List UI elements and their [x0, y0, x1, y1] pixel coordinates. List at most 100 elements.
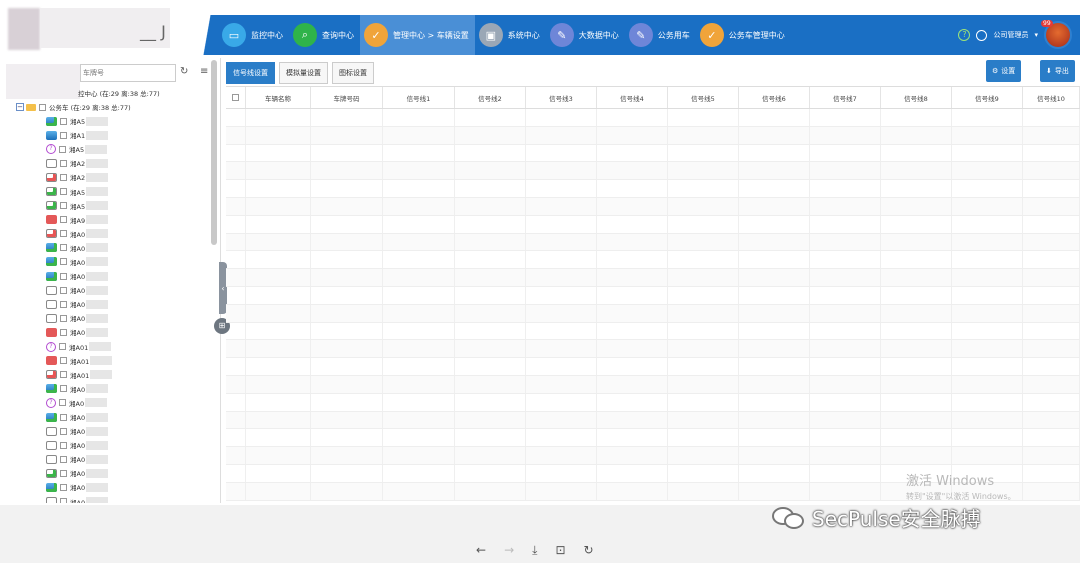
nav-item-2[interactable]: ✓ 管理中心 > 车辆设置 — [360, 15, 475, 55]
vehicle-tree-item[interactable]: 湘A01 — [16, 368, 216, 382]
tab-icon-settings[interactable]: 图标设置 — [332, 62, 374, 84]
vehicle-tree-item[interactable]: 湘A0 — [16, 495, 216, 503]
nav-item-3[interactable]: ▣ 系统中心 — [475, 15, 546, 55]
select-all-checkbox[interactable] — [226, 87, 246, 108]
forward-arrow-icon[interactable]: → — [504, 543, 514, 558]
column-header[interactable]: 信号线9 — [952, 87, 1023, 108]
vehicle-checkbox[interactable] — [60, 483, 67, 491]
column-header[interactable]: 信号线10 — [1023, 87, 1080, 108]
vehicle-checkbox[interactable] — [60, 455, 67, 463]
vehicle-tree-item[interactable]: 湘A0 — [16, 424, 216, 438]
vehicle-tree-item[interactable]: 湘A9 — [16, 213, 216, 227]
vehicle-tree-item[interactable]: 湘A5 — [16, 184, 216, 198]
vehicle-checkbox[interactable] — [60, 244, 67, 252]
vehicle-checkbox[interactable] — [60, 498, 67, 503]
chevron-down-icon[interactable]: ▾ — [1034, 31, 1038, 39]
sidebar-scrollbar[interactable] — [211, 60, 217, 245]
vehicle-checkbox[interactable] — [60, 272, 67, 280]
vehicle-checkbox[interactable] — [60, 357, 67, 365]
tree-group-node[interactable]: − 公务车 (在:29 离:38 总:77) — [16, 100, 216, 114]
nav-item-5[interactable]: ✎ 公务用车 — [625, 15, 696, 55]
vehicle-tree-item[interactable]: 湘A2 — [16, 156, 216, 170]
vehicle-icon — [46, 356, 57, 366]
refresh-icon[interactable]: ↻ — [180, 66, 188, 77]
vehicle-checkbox[interactable] — [60, 413, 67, 421]
vehicle-tree-item[interactable]: 湘A0 — [16, 466, 216, 480]
vehicle-checkbox[interactable] — [60, 202, 67, 210]
vehicle-checkbox[interactable] — [60, 300, 67, 308]
back-arrow-icon[interactable]: ← — [476, 543, 486, 558]
vehicle-checkbox[interactable] — [60, 173, 67, 181]
column-header[interactable]: 车辆名称 — [246, 87, 311, 108]
rotate-icon[interactable]: ↻ — [584, 543, 594, 558]
vehicle-tree-item[interactable]: ? 湘A5 — [16, 142, 216, 156]
tab-signal-line[interactable]: 信号线设置 — [226, 62, 275, 84]
vehicle-tree-item[interactable]: 湘A0 — [16, 438, 216, 452]
vehicle-tree-item[interactable]: 湘A01 — [16, 354, 216, 368]
column-header[interactable]: 信号线7 — [810, 87, 881, 108]
vehicle-checkbox[interactable] — [60, 159, 67, 167]
column-header[interactable]: 信号线8 — [881, 87, 952, 108]
tab-analog[interactable]: 模拟量设置 — [279, 62, 328, 84]
vehicle-checkbox[interactable] — [60, 385, 67, 393]
user-icon[interactable] — [976, 29, 988, 41]
nav-item-4[interactable]: ✎ 大数据中心 — [546, 15, 625, 55]
vehicle-checkbox[interactable] — [60, 131, 67, 139]
vehicle-checkbox[interactable] — [60, 328, 67, 336]
vehicle-checkbox[interactable] — [60, 371, 67, 379]
nav-item-0[interactable]: ▭ 监控中心 — [218, 15, 289, 55]
vehicle-tree-item[interactable]: 湘A0 — [16, 269, 216, 283]
vehicle-tree-item[interactable]: 湘A0 — [16, 255, 216, 269]
group-checkbox[interactable] — [39, 103, 46, 111]
vehicle-tree-item[interactable]: 湘A0 — [16, 227, 216, 241]
vehicle-tree-item[interactable]: 湘A5 — [16, 199, 216, 213]
vehicle-checkbox[interactable] — [59, 399, 66, 407]
vehicle-tree-item[interactable]: 湘A1 — [16, 128, 216, 142]
vehicle-tree-item[interactable]: 湘A2 — [16, 170, 216, 184]
column-header[interactable]: 信号线4 — [597, 87, 668, 108]
column-header[interactable]: 信号线5 — [668, 87, 739, 108]
vehicle-tree-item[interactable]: 湘A5 — [16, 114, 216, 128]
help-icon[interactable]: ? — [958, 29, 971, 41]
column-header[interactable]: 信号线1 — [383, 87, 455, 108]
vehicle-checkbox[interactable] — [59, 343, 66, 351]
vehicle-tree-item[interactable]: 湘A0 — [16, 382, 216, 396]
vehicle-tree-item[interactable]: 湘A0 — [16, 452, 216, 466]
vehicle-tree-item[interactable]: 湘A0 — [16, 297, 216, 311]
vehicle-checkbox[interactable] — [60, 258, 67, 266]
vehicle-checkbox[interactable] — [60, 230, 67, 238]
column-header[interactable]: 信号线3 — [526, 87, 597, 108]
vehicle-tree-item[interactable]: 湘A0 — [16, 283, 216, 297]
vehicle-checkbox[interactable] — [60, 441, 67, 449]
menu-icon[interactable]: ≡ — [200, 66, 208, 77]
avatar[interactable]: 99 — [1041, 20, 1072, 49]
vehicle-checkbox[interactable] — [60, 427, 67, 435]
vehicle-tree-item[interactable]: 湘A0 — [16, 241, 216, 255]
vehicle-tree-item[interactable]: 湘A0 — [16, 480, 216, 494]
vehicle-tree-item[interactable]: ? 湘A01 — [16, 340, 216, 354]
column-header[interactable]: 信号线2 — [455, 87, 526, 108]
search-input[interactable] — [80, 64, 176, 82]
column-header[interactable]: 车牌号码 — [311, 87, 383, 108]
user-menu[interactable]: 公司管理员 — [993, 30, 1028, 40]
vehicle-checkbox[interactable] — [60, 469, 67, 477]
vehicle-checkbox[interactable] — [60, 216, 67, 224]
nav-item-1[interactable]: ⌕ 查询中心 — [289, 15, 360, 55]
vehicle-tree-item[interactable]: 湘A0 — [16, 325, 216, 339]
redacted-plate — [86, 158, 109, 168]
download-icon[interactable]: ⤓ — [532, 543, 537, 558]
export-button[interactable]: ⬇ 导出 — [1040, 60, 1075, 82]
vehicle-checkbox[interactable] — [60, 188, 67, 196]
settings-button[interactable]: ⚙ 设置 — [986, 60, 1022, 82]
fullscreen-icon[interactable]: ⊡ — [555, 543, 565, 558]
nav-item-6[interactable]: ✓ 公务车管理中心 — [696, 15, 791, 55]
column-header[interactable]: 信号线6 — [739, 87, 810, 108]
collapse-icon[interactable]: − — [16, 103, 24, 111]
vehicle-checkbox[interactable] — [60, 286, 67, 294]
vehicle-checkbox[interactable] — [60, 314, 67, 322]
vehicle-checkbox[interactable] — [60, 117, 67, 125]
vehicle-tree-item[interactable]: ? 湘A0 — [16, 396, 216, 410]
vehicle-tree-item[interactable]: 湘A0 — [16, 410, 216, 424]
vehicle-checkbox[interactable] — [59, 145, 66, 153]
vehicle-tree-item[interactable]: 湘A0 — [16, 311, 216, 325]
